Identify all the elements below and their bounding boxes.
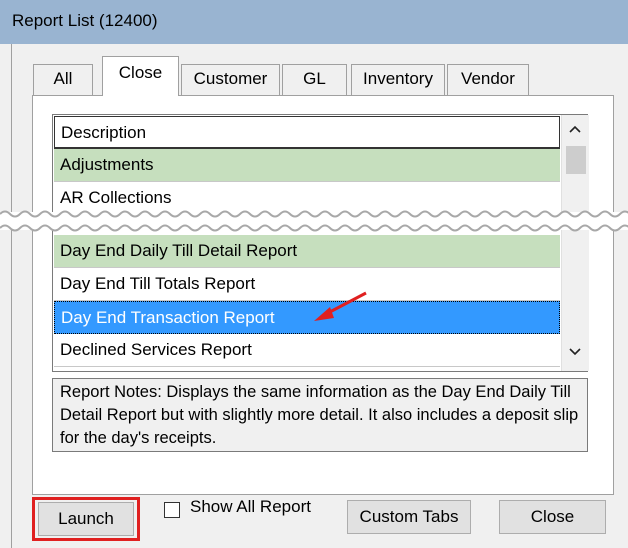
tab-customer[interactable]: Customer bbox=[181, 64, 280, 96]
show-all-report-checkbox[interactable] bbox=[164, 502, 180, 518]
launch-button[interactable]: Launch bbox=[38, 502, 134, 536]
show-all-report-label[interactable]: Show All Report bbox=[190, 497, 311, 517]
list-item[interactable]: Adjustments bbox=[54, 149, 560, 182]
scroll-thumb[interactable] bbox=[566, 146, 586, 174]
red-arrow-icon bbox=[314, 291, 367, 321]
scroll-down-arrow-icon[interactable] bbox=[566, 342, 584, 367]
list-item[interactable]: Day End Daily Till Detail Report bbox=[54, 235, 560, 268]
report-list-window: Report List (12400) All Close Customer G… bbox=[0, 0, 628, 548]
tab-gl[interactable]: GL bbox=[282, 64, 347, 96]
title-bar: Report List (12400) bbox=[0, 0, 628, 44]
tab-all[interactable]: All bbox=[33, 64, 93, 96]
tab-inventory[interactable]: Inventory bbox=[351, 64, 445, 96]
description-column-header[interactable]: Description bbox=[54, 116, 560, 149]
torn-edge-separator bbox=[0, 210, 628, 232]
scroll-up-arrow-icon[interactable] bbox=[566, 119, 584, 144]
window-title: Report List (12400) bbox=[12, 11, 158, 30]
report-notes: Report Notes: Displays the same informat… bbox=[52, 378, 588, 452]
custom-tabs-button[interactable]: Custom Tabs bbox=[347, 500, 471, 534]
close-button[interactable]: Close bbox=[499, 500, 606, 534]
list-item[interactable]: Declined Services Report bbox=[54, 334, 560, 367]
tab-close[interactable]: Close bbox=[102, 56, 179, 96]
tab-vendor[interactable]: Vendor bbox=[447, 64, 529, 96]
